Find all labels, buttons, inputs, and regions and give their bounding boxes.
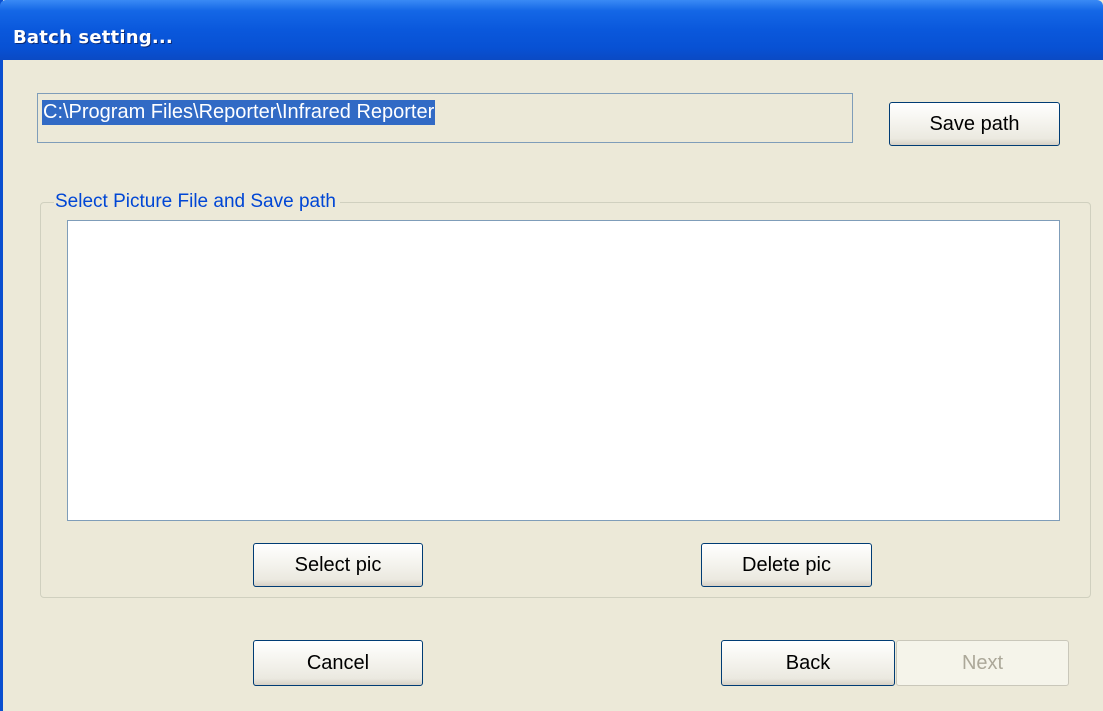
save-path-value: C:\Program Files\Reporter\Infrared Repor… — [42, 100, 436, 125]
delete-pic-button[interactable]: Delete pic — [701, 543, 872, 587]
back-button[interactable]: Back — [721, 640, 895, 686]
save-path-field[interactable]: C:\Program Files\Reporter\Infrared Repor… — [37, 93, 853, 143]
title-bar[interactable]: Batch setting... — [0, 0, 1103, 60]
window-title: Batch setting... — [13, 27, 173, 48]
select-pic-button[interactable]: Select pic — [253, 543, 423, 587]
batch-setting-dialog: Batch setting... C:\Program Files\Report… — [0, 0, 1103, 711]
picture-file-list[interactable] — [67, 220, 1060, 521]
next-button[interactable]: Next — [896, 640, 1069, 686]
save-path-button[interactable]: Save path — [889, 102, 1060, 146]
cancel-button[interactable]: Cancel — [253, 640, 423, 686]
picture-file-group-legend: Select Picture File and Save path — [54, 192, 340, 212]
